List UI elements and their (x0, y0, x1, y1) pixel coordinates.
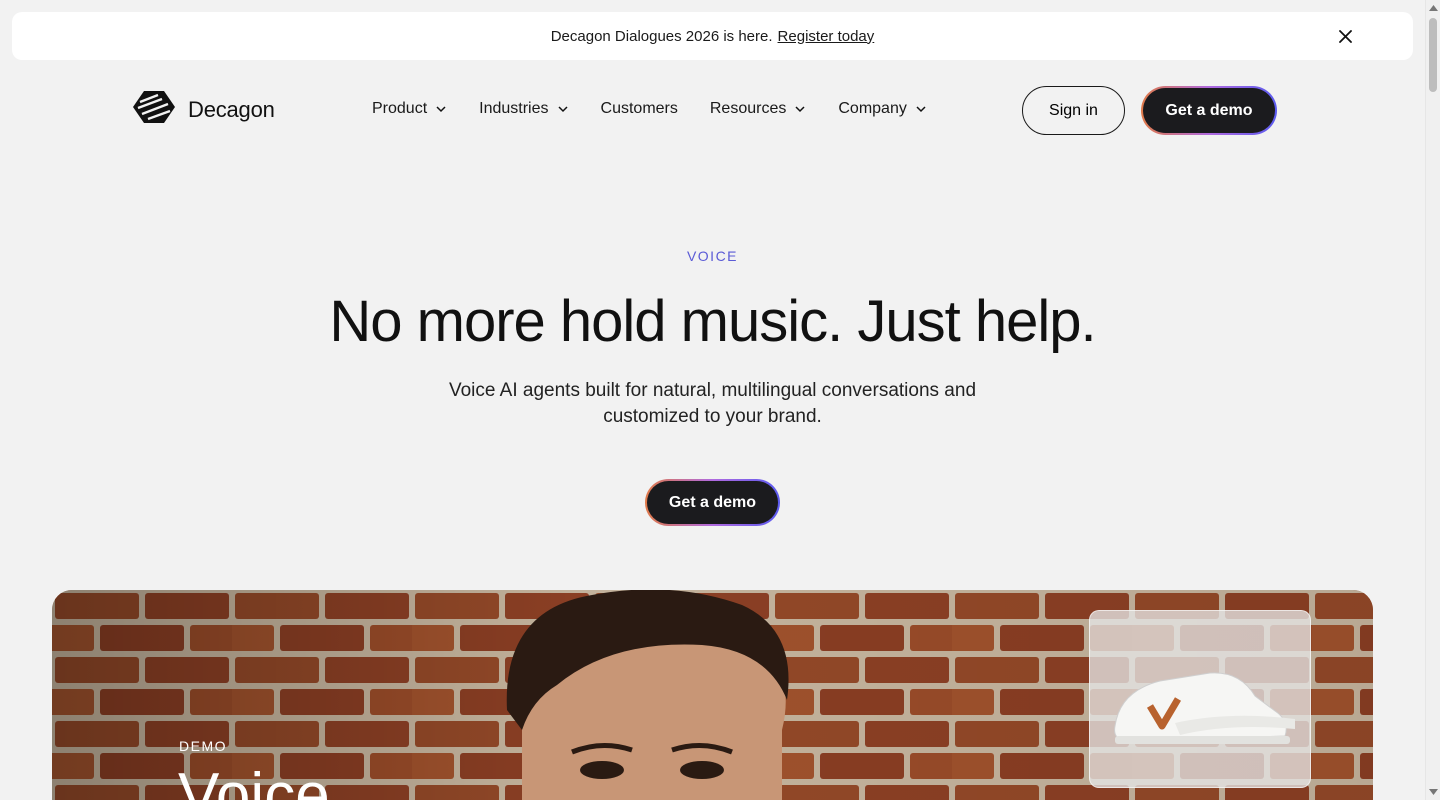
product-card (1089, 610, 1311, 788)
chevron-down-icon (916, 106, 926, 113)
nav-company-label: Company (838, 100, 907, 117)
nav-customers[interactable]: Customers (601, 100, 678, 118)
scroll-down-icon[interactable] (1429, 788, 1438, 796)
chevron-down-icon (557, 106, 568, 113)
register-link[interactable]: Register today (778, 28, 875, 45)
nav-company[interactable]: Company (838, 100, 926, 118)
sneaker-image (1114, 672, 1295, 744)
hero-get-demo-button[interactable]: Get a demo (645, 479, 780, 526)
decagon-logo-icon (132, 90, 176, 129)
announcement-text: Decagon Dialogues 2026 is here. (550, 27, 773, 45)
hero-eyebrow: VOICE (686, 248, 739, 264)
main-nav: Product Industries Customers Resources C… (372, 100, 927, 118)
scroll-up-icon[interactable] (1429, 4, 1438, 12)
video-title: Voice (178, 761, 330, 800)
scroll-thumb[interactable] (1429, 18, 1437, 92)
hero-title: No more hold music. Just help. (329, 289, 1096, 354)
chevron-down-icon (795, 106, 805, 113)
hero-subtitle-line1: Voice AI agents built for natural, multi… (448, 380, 977, 401)
demo-video[interactable]: DEMO Voice (52, 590, 1373, 800)
get-demo-button[interactable]: Get a demo (1141, 86, 1277, 135)
video-demo-label: DEMO (179, 738, 227, 754)
hero-subtitle-line2: customized to your brand. (603, 406, 822, 427)
close-icon[interactable] (1335, 26, 1355, 46)
announcement-bar: Decagon Dialogues 2026 is here. Register… (12, 12, 1413, 60)
chevron-down-icon (436, 106, 446, 113)
sign-in-button[interactable]: Sign in (1022, 86, 1125, 135)
page-scrollbar[interactable] (1425, 0, 1440, 800)
logo-text: Decagon (188, 96, 275, 122)
nav-industries[interactable]: Industries (479, 100, 568, 118)
nav-resources-label: Resources (709, 100, 787, 117)
nav-industries-label: Industries (479, 100, 549, 117)
nav-product-label: Product (372, 100, 428, 117)
nav-resources[interactable]: Resources (710, 100, 806, 118)
logo[interactable]: Decagon (132, 90, 275, 129)
nav-customers-label: Customers (600, 100, 678, 117)
hero-subtitle: Voice AI agents built for natural, multi… (0, 378, 1425, 430)
nav-product[interactable]: Product (372, 100, 447, 118)
